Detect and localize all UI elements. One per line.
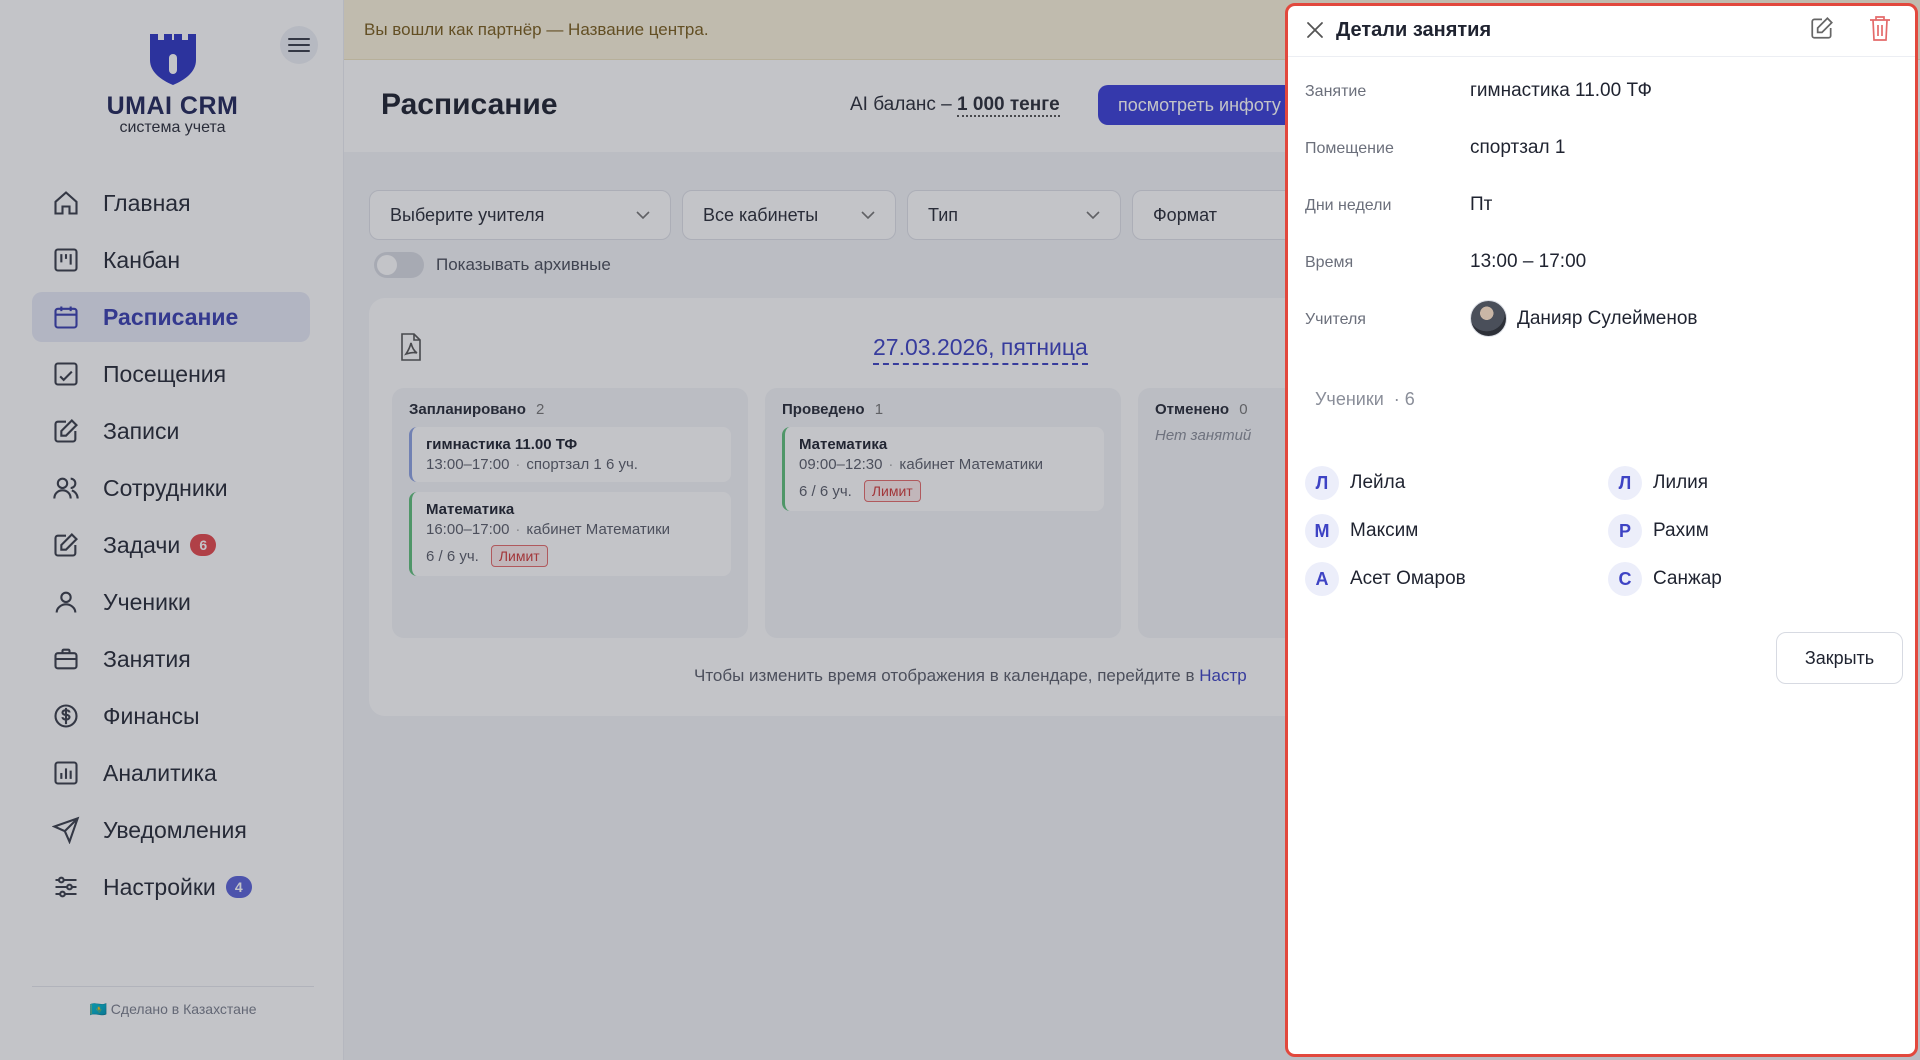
avatar: [1470, 300, 1507, 337]
close-icon[interactable]: [1305, 20, 1325, 45]
student-name: Санжар: [1653, 568, 1722, 589]
detail-label: Занятие: [1305, 83, 1367, 100]
student-item[interactable]: А Асет Омаров: [1305, 562, 1608, 596]
detail-label: Дни недели: [1305, 197, 1392, 214]
drawer-title: Детали занятия: [1336, 19, 1492, 41]
student-avatar: А: [1305, 562, 1339, 596]
teacher-chip[interactable]: Данияр Сулейменов: [1470, 300, 1698, 337]
detail-row-lesson: Занятие гимнастика 11.00 ТФ: [1305, 80, 1698, 137]
close-button[interactable]: Закрыть: [1776, 632, 1903, 684]
student-name: Рахим: [1653, 520, 1709, 541]
students-count: · 6: [1393, 389, 1415, 409]
student-item[interactable]: Л Лейла: [1305, 466, 1608, 500]
student-item[interactable]: Р Рахим: [1608, 514, 1885, 548]
student-name: Лейла: [1350, 472, 1406, 493]
detail-label: Время: [1305, 254, 1354, 271]
students-list: Л Лейла Л Лилия М Максим Р Рахим А Асет Омаро…: [1305, 466, 1885, 596]
detail-row-room: Помещение спортзал 1: [1305, 137, 1698, 194]
student-name: Лилия: [1653, 472, 1709, 493]
student-item[interactable]: М Максим: [1305, 514, 1608, 548]
students-title: Ученики: [1315, 389, 1384, 409]
student-item[interactable]: Л Лилия: [1608, 466, 1885, 500]
trash-icon[interactable]: [1868, 14, 1892, 47]
detail-row-teachers: Учителя Данияр Сулейменов: [1305, 300, 1698, 365]
student-name: Асет Омаров: [1350, 568, 1466, 589]
detail-row-weekdays: Дни недели Пт: [1305, 194, 1698, 251]
detail-value: спортзал 1: [1470, 137, 1566, 158]
student-avatar: Р: [1608, 514, 1642, 548]
student-item[interactable]: С Санжар: [1608, 562, 1885, 596]
lesson-details: Занятие гимнастика 11.00 ТФ Помещение сп…: [1305, 80, 1698, 365]
detail-value: Пт: [1470, 194, 1493, 215]
student-avatar: Л: [1305, 466, 1339, 500]
detail-label: Помещение: [1305, 140, 1394, 157]
drawer-header: Детали занятия: [1288, 6, 1915, 57]
student-avatar: М: [1305, 514, 1339, 548]
student-name: Максим: [1350, 520, 1419, 541]
lesson-details-drawer: Детали занятия Занятие гимнастика 11.00 …: [1285, 3, 1918, 1057]
detail-label: Учителя: [1305, 311, 1366, 328]
detail-value: Данияр Сулейменов: [1470, 300, 1698, 365]
student-avatar: С: [1608, 562, 1642, 596]
students-heading: Ученики · 6: [1305, 388, 1415, 411]
student-avatar: Л: [1608, 466, 1642, 500]
detail-value: гимнастика 11.00 ТФ: [1470, 80, 1652, 101]
teacher-name: Данияр Сулейменов: [1517, 307, 1698, 329]
edit-icon[interactable]: [1809, 15, 1835, 46]
